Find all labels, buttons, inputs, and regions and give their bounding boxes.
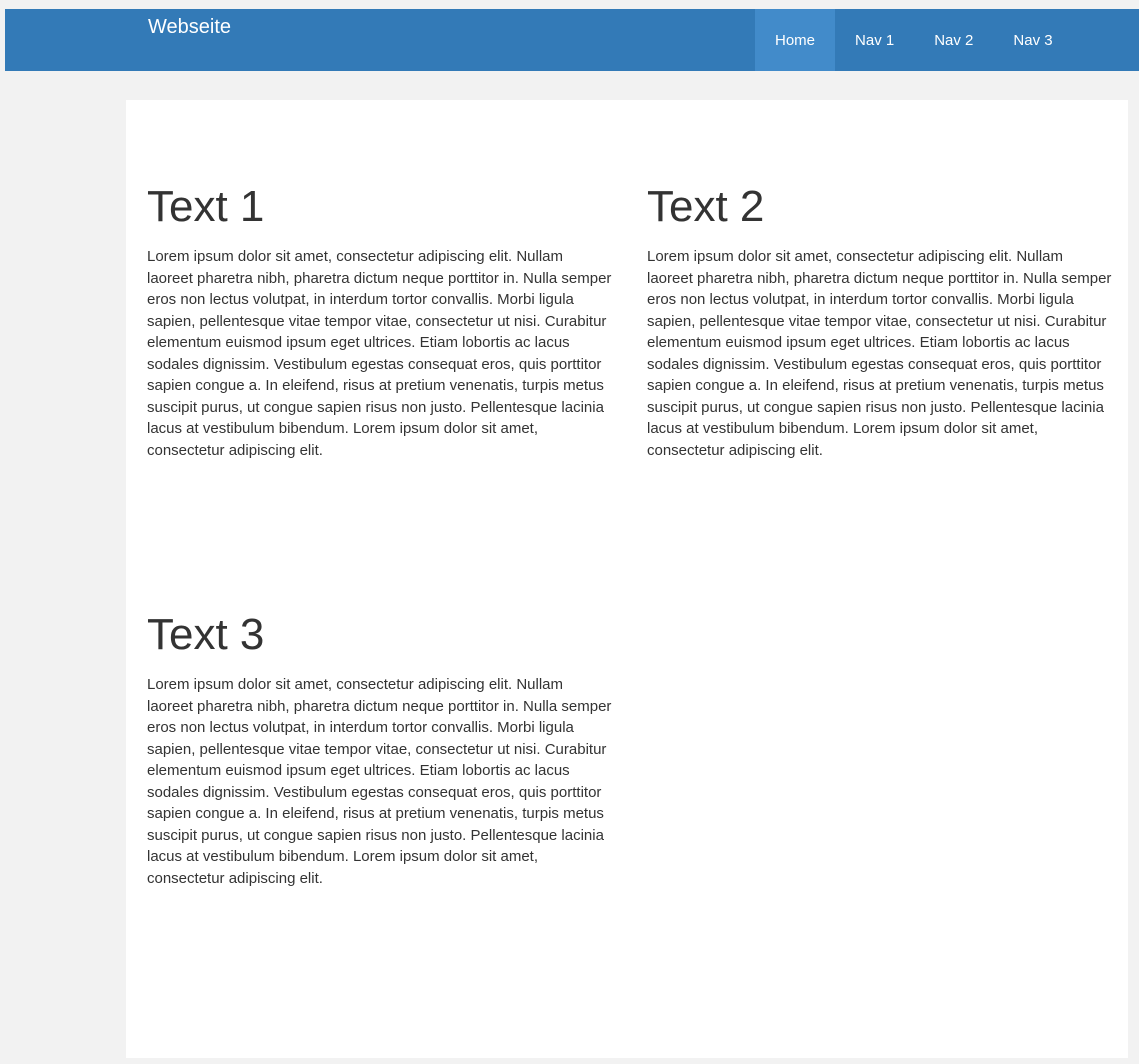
- section-paragraph: Lorem ipsum dolor sit amet, consectetur …: [147, 248, 612, 459]
- nav-menu: Home Nav 1 Nav 2 Nav 3: [755, 9, 1073, 71]
- section-heading: Text 3: [147, 610, 265, 659]
- brand-link[interactable]: Webseite: [148, 15, 231, 39]
- section-heading: Text 1: [147, 182, 265, 231]
- nav-item-nav-1[interactable]: Nav 1: [835, 9, 914, 71]
- section-text-2: Text 2 Lorem ipsum dolor sit amet, conse…: [647, 182, 1113, 461]
- navbar: Webseite Home Nav 1 Nav 2 Nav 3: [5, 9, 1139, 71]
- nav-item-nav-3[interactable]: Nav 3: [993, 9, 1072, 71]
- section-paragraph: Lorem ipsum dolor sit amet, consectetur …: [147, 676, 612, 887]
- section-heading: Text 2: [647, 182, 765, 231]
- content-panel: Text 1 Lorem ipsum dolor sit amet, conse…: [126, 100, 1128, 1058]
- nav-item-home[interactable]: Home: [755, 9, 836, 71]
- nav-item-nav-2[interactable]: Nav 2: [914, 9, 993, 71]
- section-text-3: Text 3 Lorem ipsum dolor sit amet, conse…: [147, 610, 613, 889]
- section-text-1: Text 1 Lorem ipsum dolor sit amet, conse…: [147, 182, 613, 461]
- section-paragraph: Lorem ipsum dolor sit amet, consectetur …: [647, 248, 1112, 459]
